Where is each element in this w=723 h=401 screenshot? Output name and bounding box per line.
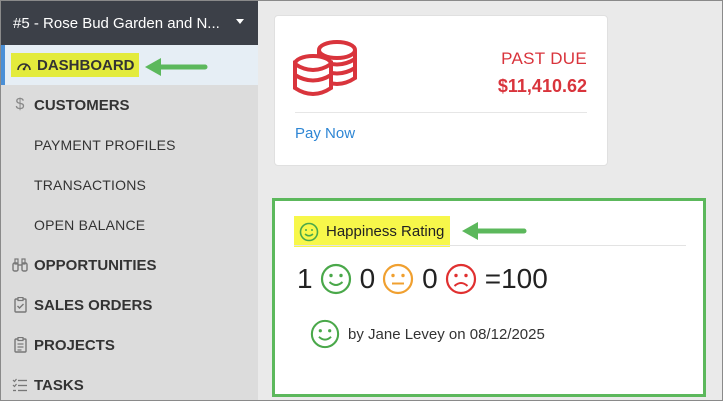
- past-due-amount: $11,410.62: [497, 76, 587, 96]
- sidebar-item-label: PROJECTS: [34, 336, 115, 354]
- clipboard-check-icon: [11, 296, 29, 314]
- sidebar-item-transactions[interactable]: TRANSACTIONS: [1, 165, 258, 205]
- happy-face-icon: [320, 263, 351, 295]
- neutral-count: 0: [359, 263, 376, 294]
- task-list-icon: [11, 376, 29, 394]
- divider: [294, 245, 686, 246]
- caret-down-icon: [236, 19, 244, 24]
- sidebar-item-label: CUSTOMERS: [34, 96, 130, 114]
- sidebar: #5 - Rose Bud Garden and N... DASHBOARD …: [1, 1, 258, 400]
- rating-attribution: by Jane Levey on 08/12/2025: [310, 319, 545, 349]
- happiness-header: Happiness Rating: [294, 216, 451, 247]
- sidebar-item-label: OPPORTUNITIES: [34, 256, 157, 274]
- dashboard-highlight: DASHBOARD: [11, 53, 139, 77]
- smiley-icon: [299, 222, 319, 241]
- happy-count: 1: [297, 263, 313, 294]
- rating-summary: 1 0 0 =100: [297, 259, 548, 299]
- binoculars-icon: [11, 256, 29, 274]
- annotation-arrow-dashboard: [145, 58, 208, 76]
- sidebar-item-customers[interactable]: $ CUSTOMERS: [1, 85, 258, 125]
- sidebar-item-projects[interactable]: PROJECTS: [1, 325, 258, 365]
- sidebar-item-label: TRANSACTIONS: [34, 177, 147, 193]
- clipboard-list-icon: [11, 336, 29, 354]
- sidebar-item-label: OPEN BALANCE: [34, 217, 146, 233]
- sidebar-item-payment-profiles[interactable]: PAYMENT PROFILES: [1, 125, 258, 165]
- dashboard-icon: [15, 56, 33, 74]
- past-due-card: PAST DUE $11,410.62 Pay Now: [274, 15, 608, 166]
- pay-now-link[interactable]: Pay Now: [295, 125, 355, 142]
- coins-icon: [293, 40, 357, 96]
- sidebar-item-opportunities[interactable]: OPPORTUNITIES: [1, 245, 258, 285]
- sidebar-item-tasks[interactable]: TASKS: [1, 365, 258, 400]
- happiness-score: =100: [484, 263, 548, 294]
- sidebar-item-label: TASKS: [34, 376, 84, 394]
- sidebar-item-open-balance[interactable]: OPEN BALANCE: [1, 205, 258, 245]
- sidebar-item-label: DASHBOARD: [37, 56, 135, 74]
- sad-face-icon: [445, 263, 476, 295]
- happiness-title: Happiness Rating: [326, 223, 445, 240]
- account-selector-label: #5 - Rose Bud Garden and N...: [13, 14, 220, 32]
- account-selector[interactable]: #5 - Rose Bud Garden and N...: [1, 1, 258, 45]
- sidebar-item-label: SALES ORDERS: [34, 296, 153, 314]
- sidebar-item-dashboard[interactable]: DASHBOARD: [1, 45, 258, 85]
- past-due-label: PAST DUE: [501, 49, 587, 68]
- annotation-arrow-happiness: [462, 222, 527, 240]
- attribution-text: by Jane Levey on 08/12/2025: [348, 325, 545, 343]
- divider: [295, 112, 587, 113]
- neutral-face-icon: [383, 263, 414, 295]
- app-frame: #5 - Rose Bud Garden and N... DASHBOARD …: [0, 0, 723, 401]
- sidebar-item-label: PAYMENT PROFILES: [34, 137, 176, 153]
- sidebar-item-sales-orders[interactable]: SALES ORDERS: [1, 285, 258, 325]
- happy-face-icon: [310, 319, 340, 349]
- sad-count: 0: [422, 263, 438, 294]
- dollar-icon: $: [15, 96, 25, 113]
